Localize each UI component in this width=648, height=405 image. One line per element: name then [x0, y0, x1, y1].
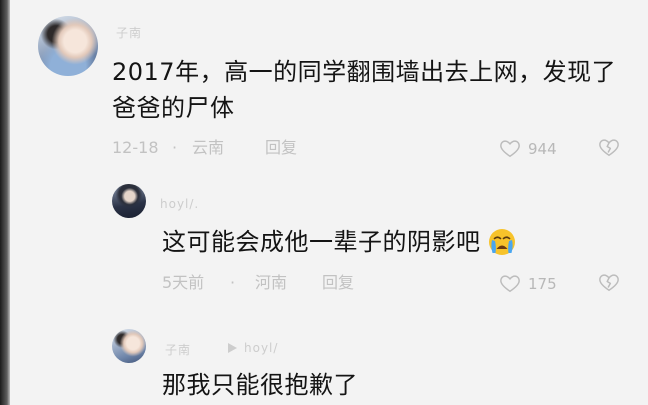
comment-username[interactable]: 子南	[165, 341, 191, 358]
like-count: 944	[528, 140, 557, 158]
like-button[interactable]	[498, 272, 522, 294]
broken-heart-icon	[599, 274, 619, 292]
avatar[interactable]	[112, 184, 146, 218]
comment-location: 云南	[192, 138, 225, 157]
comment-username[interactable]: hoyl/.	[160, 197, 199, 211]
comment-text-line: 爸爸的尸体	[112, 94, 235, 122]
comment-text: 那我只能很抱歉了	[162, 371, 358, 399]
reply-arrow-icon	[226, 342, 238, 354]
like-count: 175	[528, 275, 557, 293]
dislike-button[interactable]	[597, 136, 621, 158]
heart-outline-icon	[500, 140, 520, 158]
reply-button[interactable]: 回复	[265, 138, 297, 158]
comment-username[interactable]: 子南	[116, 24, 142, 41]
comment-text: 这可能会成他一辈子的阴影吧	[162, 228, 481, 256]
comment-location: 河南	[255, 273, 288, 292]
heart-outline-icon	[500, 275, 520, 293]
broken-heart-icon	[599, 139, 619, 157]
dislike-button[interactable]	[597, 271, 621, 293]
comment-date: 12-18	[112, 138, 159, 157]
crying-emoji-icon	[487, 227, 517, 257]
avatar[interactable]	[38, 16, 98, 76]
meta-separator: ·	[172, 138, 178, 157]
meta-separator: ·	[230, 273, 236, 292]
comment-date: 5天前	[162, 273, 205, 292]
screen-edge	[0, 0, 10, 405]
reply-to-username[interactable]: hoyl/	[244, 341, 278, 355]
comment-text-line: 2017年，高一的同学翻围墙出去上网，发现了	[112, 58, 617, 86]
reply-button[interactable]: 回复	[322, 273, 354, 293]
like-button[interactable]	[498, 137, 522, 159]
avatar[interactable]	[112, 329, 146, 363]
